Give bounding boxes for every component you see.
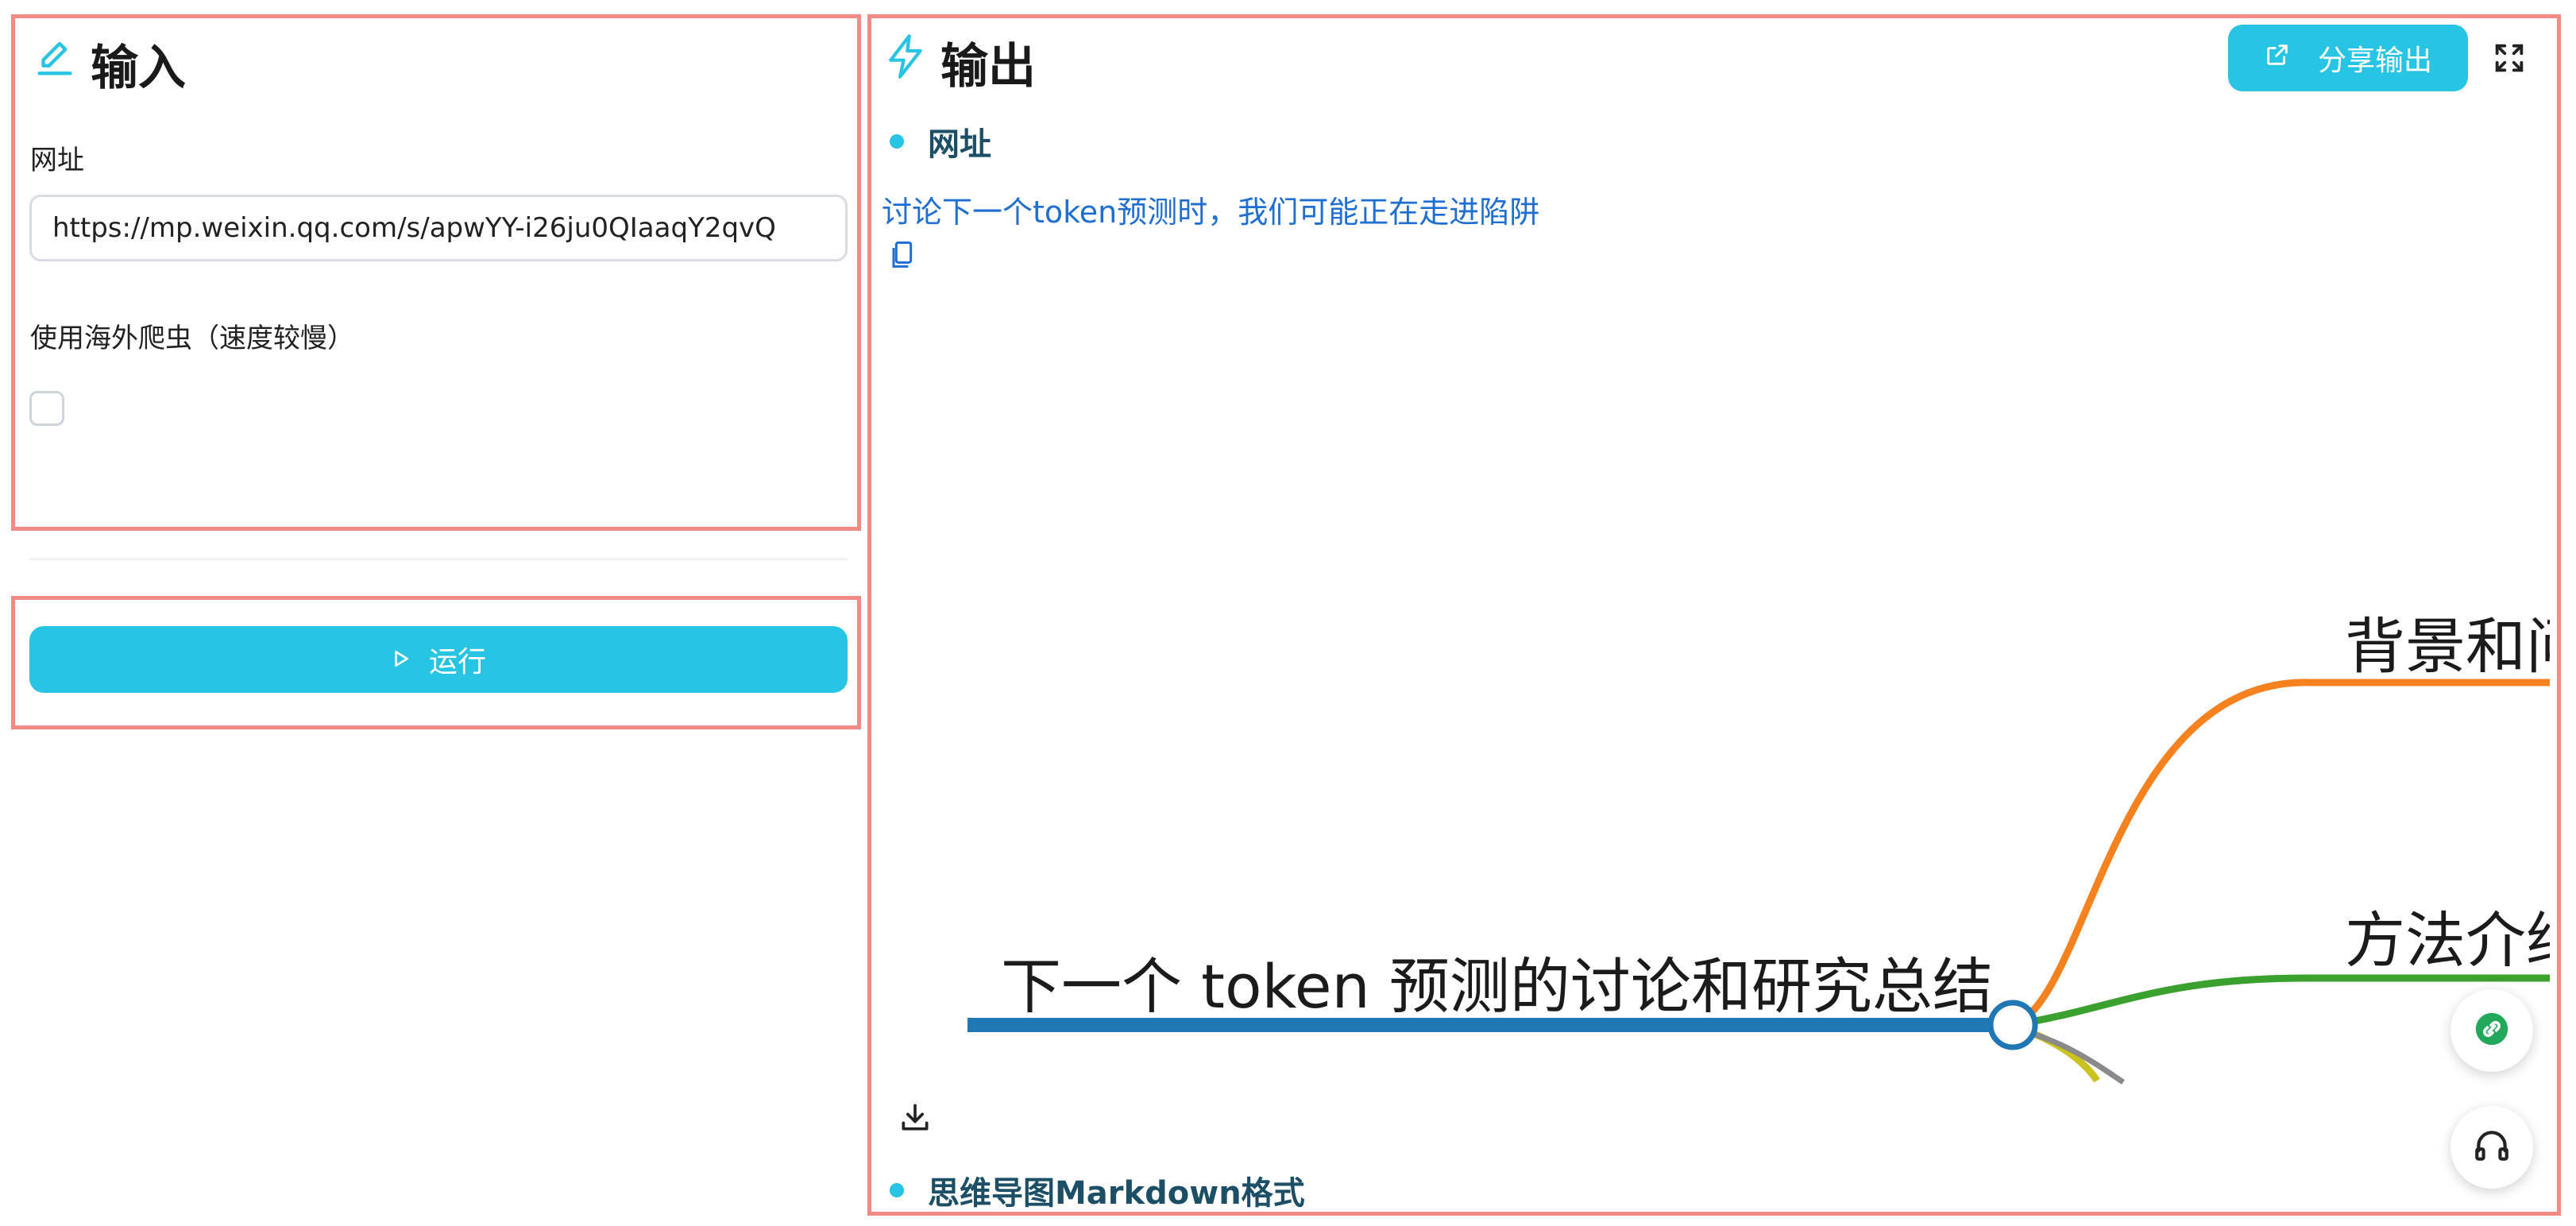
- fullscreen-icon[interactable]: [2491, 40, 2528, 76]
- markdown-section-heading: 思维导图Markdown格式: [890, 1168, 1305, 1212]
- mindmap: 下一个 token 预测的讨论和研究总结 背景和问 方法介绍: [967, 611, 2550, 1085]
- input-panel-title: 输入: [32, 32, 186, 96]
- external-link-icon: [2264, 41, 2291, 75]
- mindmap-root-text[interactable]: 下一个 token 预测的讨论和研究总结: [1001, 951, 1993, 1022]
- panel-divider: [29, 558, 848, 560]
- mindmap-branch-2-text[interactable]: 方法介绍: [2345, 905, 2550, 976]
- lightning-icon: [883, 32, 940, 93]
- url-label: 网址: [30, 145, 84, 176]
- edit-icon: [32, 35, 91, 93]
- support-float-button[interactable]: [2450, 1106, 2533, 1189]
- mindmap-branch-1-text[interactable]: 背景和问: [2345, 611, 2550, 682]
- output-panel-title: 输出: [883, 30, 1036, 95]
- article-title-link[interactable]: 讨论下一个token预测时，我们可能正在走进陷阱: [882, 188, 1539, 231]
- share-output-button[interactable]: 分享输出: [2228, 25, 2468, 91]
- copy-icon[interactable]: [888, 240, 917, 272]
- download-icon[interactable]: [898, 1100, 933, 1135]
- url-input[interactable]: [29, 195, 848, 261]
- run-button-label: 运行: [428, 646, 486, 679]
- bullet-dot: [890, 134, 904, 149]
- headset-icon: [2472, 1126, 2512, 1169]
- share-output-label: 分享输出: [2317, 44, 2432, 77]
- play-icon: [391, 644, 411, 676]
- bullet-dot: [890, 1183, 904, 1197]
- url-section-heading: 网址: [890, 119, 991, 164]
- link-float-button[interactable]: [2450, 989, 2533, 1072]
- overseas-crawler-label: 使用海外爬虫（速度较慢）: [30, 323, 354, 354]
- mindmap-root-node[interactable]: [1987, 1000, 2038, 1050]
- run-button[interactable]: 运行: [29, 626, 848, 693]
- overseas-crawler-checkbox[interactable]: [29, 391, 64, 426]
- link-icon: [2474, 1011, 2509, 1050]
